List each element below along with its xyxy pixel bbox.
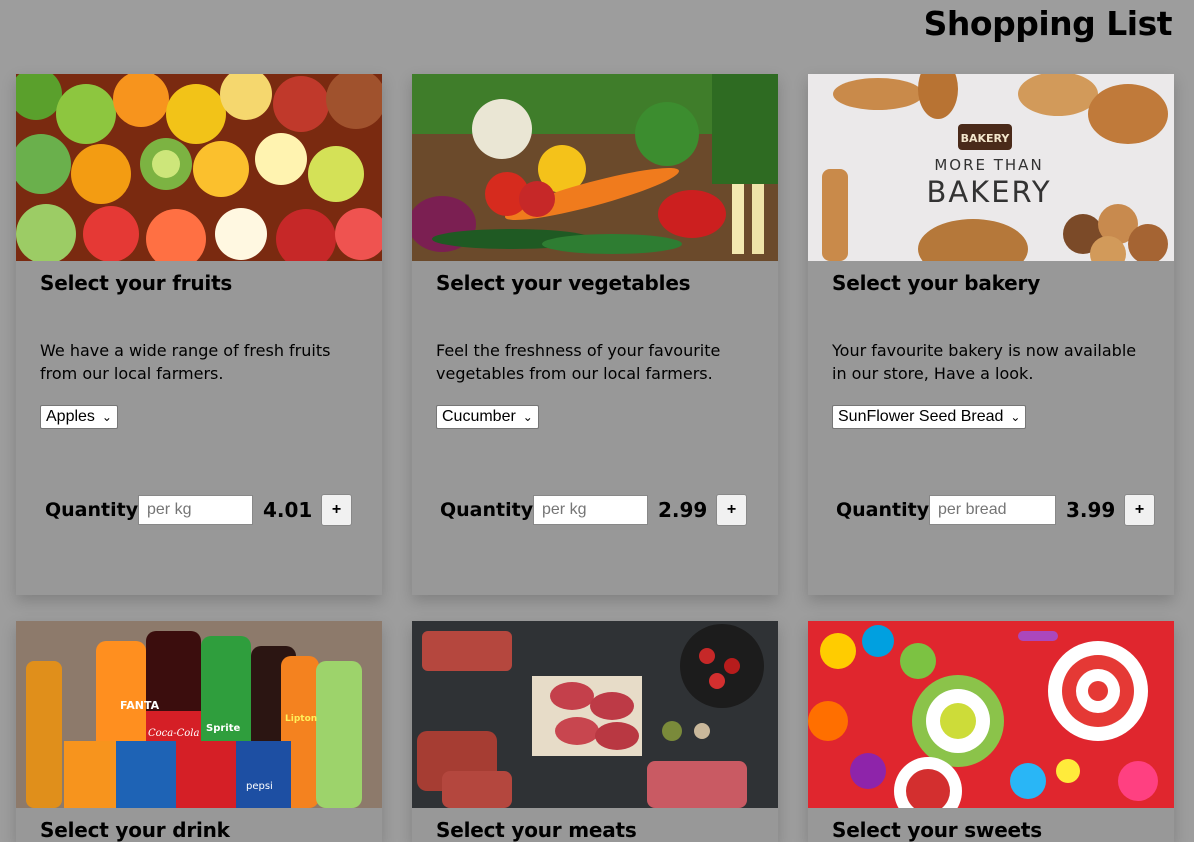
price: 2.99: [658, 498, 708, 522]
drink-brand-text: Coca-Cola: [148, 728, 199, 739]
chevron-down-icon: ⌄: [1010, 410, 1021, 424]
meats-image: [412, 621, 778, 808]
drinks-card: FANTA Coca-Cola Sprite pepsi Lipton Sele…: [16, 621, 382, 842]
vegetable-select[interactable]: Cucumber ⌄: [436, 405, 539, 429]
card-description: Feel the freshness of your favourite veg…: [436, 341, 721, 383]
quantity-label: Quantity:: [836, 499, 937, 521]
drink-brand-text: Lipton: [285, 714, 317, 724]
vegetables-card: Select your vegetables Feel the freshnes…: [412, 74, 778, 595]
fruit-select-value: Apples: [46, 408, 95, 425]
vegetables-image: [412, 74, 778, 261]
chevron-down-icon: ⌄: [522, 410, 533, 424]
price: 3.99: [1066, 498, 1116, 522]
bakery-select-value: SunFlower Seed Bread: [838, 408, 1004, 425]
price: 4.01: [263, 498, 313, 522]
card-title: Select your meats: [436, 818, 637, 842]
card-title: Select your drink: [40, 818, 230, 842]
quantity-input[interactable]: [533, 495, 648, 525]
quantity-input[interactable]: [929, 495, 1056, 525]
quantity-row: Quantity: 3.99 +: [836, 494, 1155, 526]
quantity-label: Quantity:: [45, 499, 146, 521]
fruits-card: Select your fruits We have a wide range …: [16, 74, 382, 595]
bakery-image: BAKERY MORE THAN BAKERY: [808, 74, 1174, 261]
add-button[interactable]: +: [321, 494, 352, 526]
drink-brand-text: Sprite: [206, 723, 241, 734]
sweets-card: Select your sweets: [808, 621, 1174, 842]
drink-brand-text: pepsi: [246, 781, 273, 792]
drinks-image: FANTA Coca-Cola Sprite pepsi Lipton: [16, 621, 382, 808]
bakery-badge-text: BAKERY: [961, 132, 1011, 145]
quantity-row: Quantity: 2.99 +: [440, 494, 747, 526]
card-description: We have a wide range of fresh fruits fro…: [40, 341, 331, 383]
fruit-select[interactable]: Apples ⌄: [40, 405, 118, 429]
card-description: Your favourite bakery is now available i…: [832, 341, 1137, 383]
quantity-label: Quantity:: [440, 499, 541, 521]
chevron-down-icon: ⌄: [101, 410, 112, 424]
vegetable-select-value: Cucumber: [442, 408, 516, 425]
card-title: Select your sweets: [832, 818, 1042, 842]
fruits-image: [16, 74, 382, 261]
card-title: Select your fruits: [40, 271, 233, 295]
meats-card: Select your meats: [412, 621, 778, 842]
quantity-input[interactable]: [138, 495, 253, 525]
bakery-title-text: BAKERY: [926, 175, 1051, 209]
drink-brand-text: FANTA: [120, 699, 160, 712]
card-title: Select your vegetables: [436, 271, 691, 295]
bakery-select[interactable]: SunFlower Seed Bread ⌄: [832, 405, 1027, 429]
page-title: Shopping List: [923, 4, 1173, 43]
add-button[interactable]: +: [1124, 494, 1155, 526]
add-button[interactable]: +: [716, 494, 747, 526]
quantity-row: Quantity: 4.01 +: [45, 494, 352, 526]
bakery-card: BAKERY MORE THAN BAKERY Select your bake…: [808, 74, 1174, 595]
bakery-subtitle-text: MORE THAN: [934, 156, 1043, 174]
sweets-image: [808, 621, 1174, 808]
card-title: Select your bakery: [832, 271, 1041, 295]
